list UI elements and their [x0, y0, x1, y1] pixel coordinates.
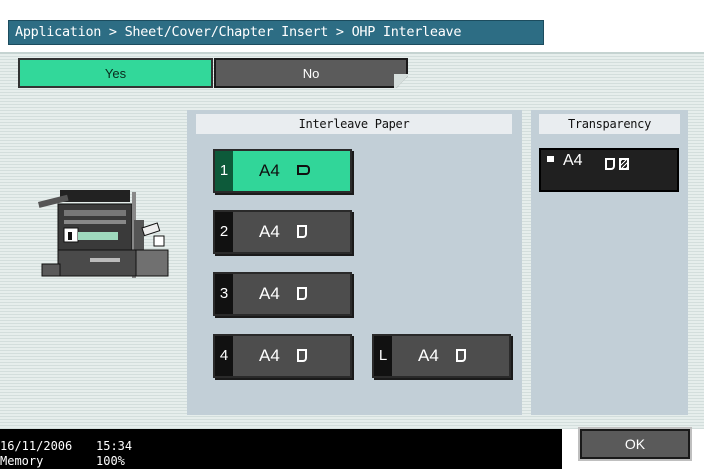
breadcrumb: Application > Sheet/Cover/Chapter Insert…: [8, 20, 544, 45]
tray-size: A4: [418, 346, 439, 365]
status-bar: 16/11/2006 15:34 Memory 100%: [0, 429, 562, 469]
tray-indicator-icon: [547, 156, 554, 162]
memory-value: 100%: [96, 454, 125, 468]
interleave-paper-title: Interleave Paper: [196, 114, 512, 134]
yes-button[interactable]: Yes: [18, 58, 213, 88]
tray-number: 2: [215, 212, 233, 252]
status-date: 16/11/2006: [0, 439, 73, 453]
memory-label: Memory: [0, 454, 44, 468]
portrait-paper-icon: [297, 287, 307, 300]
title-area: Application > Sheet/Cover/Chapter Insert…: [0, 0, 704, 52]
tray-number: 3: [215, 274, 233, 314]
tray-number: 4: [215, 336, 233, 376]
portrait-paper-icon: [297, 349, 307, 362]
portrait-paper-icon: [605, 158, 615, 170]
tray-4-button[interactable]: 4 A4: [213, 334, 352, 378]
transparency-sheet-icon: [619, 158, 629, 170]
tray-size: A4: [259, 161, 280, 180]
landscape-paper-icon: [297, 165, 310, 175]
no-button[interactable]: No: [214, 58, 408, 88]
tray-size: A4: [259, 284, 280, 303]
copier-machine-icon: [38, 190, 169, 278]
transparency-title: Transparency: [539, 114, 680, 134]
transparency-tray: A4: [539, 148, 679, 192]
status-time: 15:34: [96, 439, 133, 453]
ok-button[interactable]: OK: [578, 427, 692, 461]
interleave-paper-panel: Interleave Paper 1 A4 2 A4 3 A4 4 A4 L A…: [187, 110, 522, 415]
tray-1-button[interactable]: 1 A4: [213, 149, 352, 193]
portrait-paper-icon: [456, 349, 466, 362]
portrait-paper-icon: [297, 225, 307, 238]
tray-l-button[interactable]: L A4: [372, 334, 511, 378]
tray-size: A4: [259, 346, 280, 365]
tray-2-button[interactable]: 2 A4: [213, 210, 352, 254]
main-area: Yes No Interleave Paper 1 A4 2 A4 3 A4 4…: [0, 52, 704, 429]
tray-size: A4: [259, 222, 280, 241]
tray-number: L: [374, 336, 392, 376]
tray-number: 1: [215, 151, 233, 191]
transparency-panel: Transparency A4: [531, 110, 688, 415]
footer: 16/11/2006 15:34 Memory 100% OK: [0, 427, 704, 469]
tray-3-button[interactable]: 3 A4: [213, 272, 352, 316]
transparency-size: A4: [563, 152, 583, 169]
